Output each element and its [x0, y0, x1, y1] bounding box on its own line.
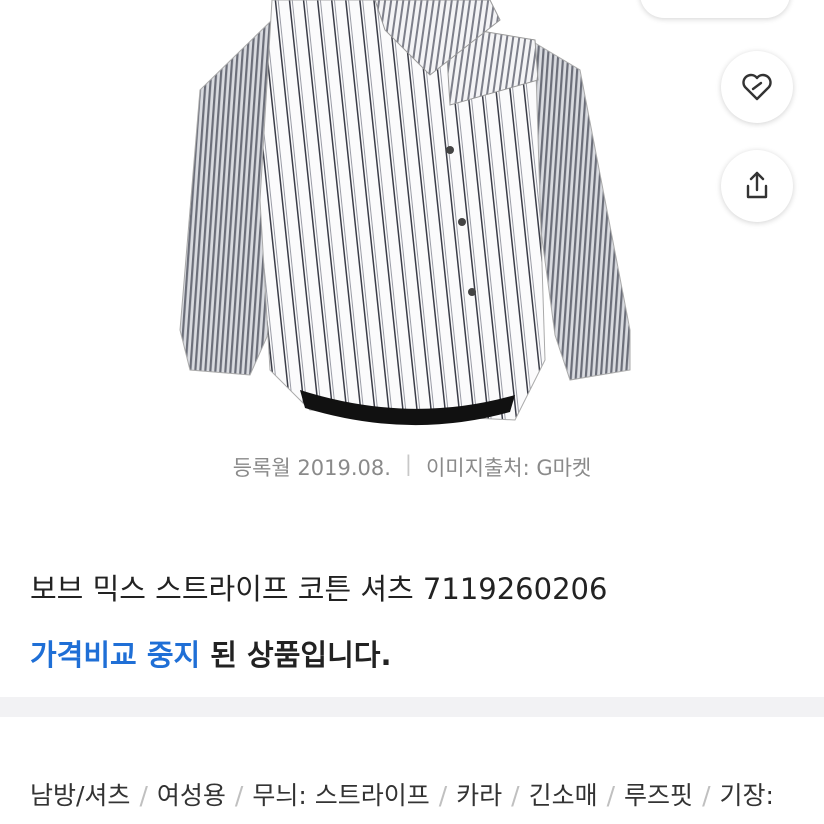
attribute-item[interactable]: 카라 [456, 781, 502, 810]
status-message: 가격비교 중지 된 상품입니다. [30, 632, 391, 674]
attribute-divider: / [606, 781, 616, 810]
section-divider [0, 697, 824, 717]
attribute-divider: / [511, 781, 520, 810]
registration-date: 등록월 2019.08. [232, 456, 391, 480]
status-highlight: 가격비교 중지 [30, 638, 201, 672]
meta-separator: | [404, 452, 412, 476]
attribute-list: 남방/셔츠 / 여성용 / 무늬: 스트라이프 / 카라 / 긴소매 / 루즈핏 / 기장: [30, 776, 774, 812]
image-source: 이미지출처: G마켓 [425, 456, 592, 480]
attribute-divider: / [139, 781, 148, 810]
attribute-item[interactable]: 무늬: 스트라이프 [252, 781, 429, 810]
attribute-divider: / [438, 781, 448, 810]
product-title: 보브 믹스 스트라이프 코튼 셔츠 7119260206 [30, 572, 608, 606]
like-button[interactable] [721, 51, 793, 123]
attribute-divider: / [234, 781, 244, 810]
attribute-item[interactable]: 긴소매 [529, 781, 598, 810]
status-rest: 된 상품입니다. [200, 638, 392, 672]
attribute-item[interactable]: 기장: [720, 781, 774, 810]
product-meta: 등록월 2019.08. | 이미지출처: G마켓 [0, 452, 824, 482]
share-icon [746, 171, 768, 199]
heart-icon [742, 73, 772, 101]
share-button[interactable] [721, 150, 793, 222]
attribute-divider: / [702, 781, 711, 810]
attribute-item[interactable]: 여성용 [157, 781, 226, 810]
attribute-item[interactable]: 루즈핏 [624, 781, 693, 810]
product-image [179, 0, 631, 426]
attribute-item[interactable]: 남방/셔츠 [30, 781, 130, 810]
top-action-pill[interactable] [640, 0, 790, 18]
